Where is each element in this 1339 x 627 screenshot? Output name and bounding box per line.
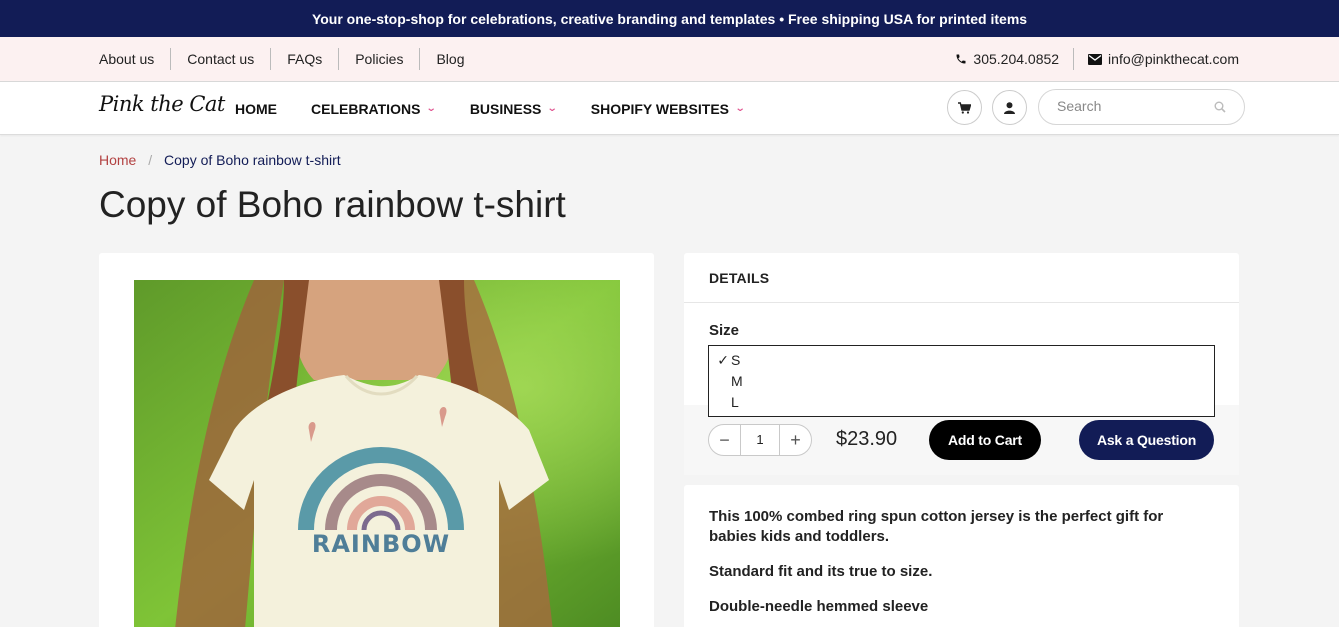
chevron-down-icon: ⌄ bbox=[426, 103, 438, 114]
nav-label: CELEBRATIONS bbox=[311, 100, 421, 117]
breadcrumb-current: Copy of Boho rainbow t-shirt bbox=[164, 152, 341, 168]
cart-button[interactable] bbox=[947, 90, 982, 125]
quantity-stepper: − 1 + bbox=[708, 424, 812, 456]
nav-item-shopify-websites[interactable]: SHOPIFY WEBSITES ⌄ bbox=[590, 100, 746, 117]
nav-label: HOME bbox=[235, 100, 277, 117]
increase-quantity-button[interactable]: + bbox=[780, 425, 811, 455]
contact-us-link[interactable]: Contact us bbox=[170, 48, 270, 70]
quantity-input[interactable]: 1 bbox=[740, 425, 780, 455]
product-description: This 100% combed ring spun cotton jersey… bbox=[684, 485, 1239, 627]
contact-info: 305.204.0852 info@pinkthecat.com bbox=[941, 37, 1239, 81]
envelope-icon bbox=[1088, 53, 1103, 65]
chevron-down-icon: ⌄ bbox=[734, 103, 746, 114]
email-address: info@pinkthecat.com bbox=[1108, 51, 1239, 67]
size-option-l[interactable]: L bbox=[709, 392, 739, 413]
nav-item-home[interactable]: HOME bbox=[235, 101, 277, 117]
product-price: $23.90 bbox=[836, 428, 898, 450]
decrease-quantity-button[interactable]: − bbox=[709, 425, 740, 455]
email-link[interactable]: info@pinkthecat.com bbox=[1073, 48, 1239, 70]
description-paragraph: Standard fit and its true to size. bbox=[709, 563, 933, 580]
breadcrumb: Home / Copy of Boho rainbow t-shirt bbox=[99, 152, 341, 168]
search-input[interactable] bbox=[1057, 98, 1207, 114]
add-to-cart-button[interactable]: Add to Cart bbox=[929, 420, 1041, 460]
phone-icon bbox=[956, 54, 966, 64]
nav-label: SHOPIFY WEBSITES bbox=[590, 100, 729, 117]
nav-label: BUSINESS bbox=[469, 100, 542, 117]
page-title: Copy of Boho rainbow t-shirt bbox=[99, 184, 566, 225]
product-photo[interactable]: RAINBOW bbox=[134, 280, 620, 627]
site-logo[interactable]: Pink the Cat bbox=[99, 92, 225, 116]
size-option-label: S bbox=[731, 352, 741, 368]
size-option-label: M bbox=[731, 373, 743, 389]
breadcrumb-separator: / bbox=[148, 152, 153, 168]
breadcrumb-home-link[interactable]: Home bbox=[99, 152, 136, 168]
faqs-link[interactable]: FAQs bbox=[270, 48, 338, 70]
main-navigation: Pink the Cat HOME CELEBRATIONS ⌄ BUSINESS… bbox=[0, 82, 1339, 135]
announcement-text: Your one-stop-shop for celebrations, cre… bbox=[311, 10, 1028, 27]
policies-link[interactable]: Policies bbox=[338, 48, 419, 70]
nav-menu: HOME CELEBRATIONS ⌄ BUSINESS ⌄ SHOPIFY WEB… bbox=[235, 82, 778, 135]
cart-icon bbox=[958, 101, 971, 114]
user-icon bbox=[1004, 101, 1015, 114]
size-option-label: L bbox=[731, 394, 739, 410]
shirt-print-text: RAINBOW bbox=[312, 530, 450, 558]
product-photo-art: RAINBOW bbox=[134, 280, 620, 627]
size-dropdown[interactable]: ✓ S M L bbox=[708, 345, 1215, 417]
description-paragraph: This 100% combed ring spun cotton jersey… bbox=[709, 508, 1164, 545]
details-heading: DETAILS bbox=[684, 253, 1239, 303]
phone-link[interactable]: 305.204.0852 bbox=[941, 48, 1073, 70]
phone-number: 305.204.0852 bbox=[973, 51, 1060, 67]
size-option-s[interactable]: ✓ S bbox=[709, 350, 740, 371]
check-icon: ✓ bbox=[717, 352, 729, 368]
account-button[interactable] bbox=[992, 90, 1027, 125]
chevron-down-icon: ⌄ bbox=[547, 103, 559, 114]
top-utility-bar: About us Contact us FAQs Policies Blog 3… bbox=[0, 37, 1339, 82]
top-links: About us Contact us FAQs Policies Blog bbox=[99, 37, 481, 81]
ask-question-button[interactable]: Ask a Question bbox=[1079, 420, 1214, 460]
announcement-bar: Your one-stop-shop for celebrations, cre… bbox=[0, 0, 1339, 37]
search-icon[interactable] bbox=[1214, 101, 1226, 113]
description-paragraph: Double-needle hemmed sleeve bbox=[709, 598, 929, 615]
size-label: Size bbox=[709, 322, 740, 339]
search-box bbox=[1038, 89, 1245, 125]
nav-item-celebrations[interactable]: CELEBRATIONS ⌄ bbox=[311, 100, 438, 117]
nav-item-business[interactable]: BUSINESS ⌄ bbox=[469, 100, 559, 117]
product-image-panel: RAINBOW bbox=[99, 253, 654, 627]
blog-link[interactable]: Blog bbox=[419, 48, 480, 70]
about-us-link[interactable]: About us bbox=[99, 48, 170, 70]
size-option-m[interactable]: M bbox=[709, 371, 743, 392]
